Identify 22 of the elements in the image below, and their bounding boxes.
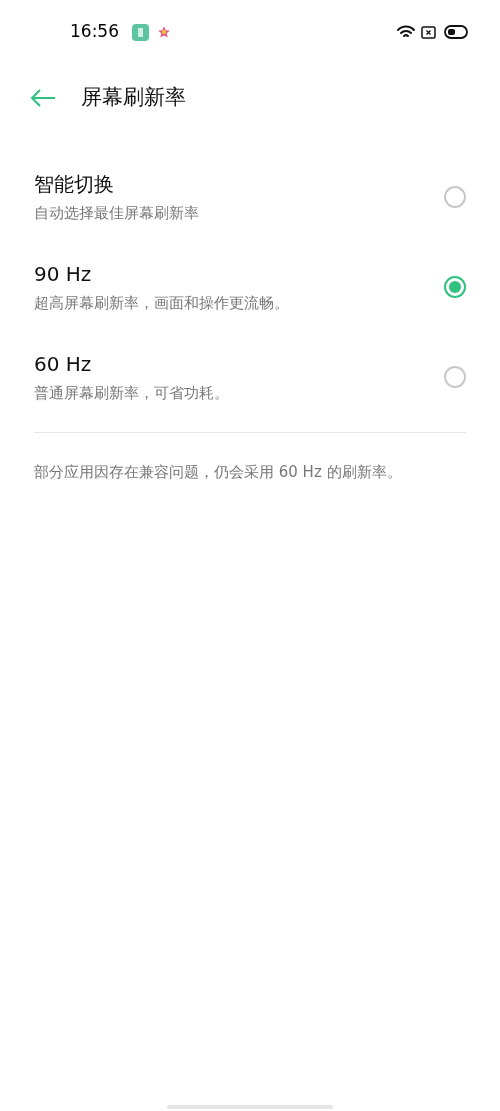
option-row[interactable]: 60 Hz 普通屏幕刷新率，可省功耗。 bbox=[34, 332, 466, 422]
wifi-icon bbox=[396, 24, 416, 40]
radio-button[interactable] bbox=[444, 186, 466, 208]
star-icon bbox=[157, 25, 171, 39]
sim-icon bbox=[421, 25, 436, 39]
battery-icon bbox=[444, 25, 468, 39]
option-title: 智能切换 bbox=[34, 171, 115, 197]
option-row[interactable]: 智能切换 自动选择最佳屏幕刷新率 bbox=[34, 152, 466, 242]
back-button[interactable] bbox=[30, 87, 56, 109]
status-time: 16:56 bbox=[70, 20, 119, 44]
app-notification-icon bbox=[132, 23, 149, 41]
option-description: 超高屏幕刷新率，画面和操作更流畅。 bbox=[34, 293, 290, 313]
option-title: 90 Hz bbox=[34, 261, 93, 287]
note-text: 部分应用因存在兼容问题，仍会采用 60 Hz 的刷新率。 bbox=[34, 462, 403, 483]
radio-button[interactable] bbox=[444, 366, 466, 388]
option-title: 60 Hz bbox=[34, 351, 93, 377]
page-title: 屏幕刷新率 bbox=[81, 84, 186, 112]
option-row[interactable]: 90 Hz 超高屏幕刷新率，画面和操作更流畅。 bbox=[34, 242, 466, 332]
radio-button[interactable] bbox=[444, 276, 466, 298]
back-arrow-icon bbox=[30, 89, 56, 107]
option-description: 普通屏幕刷新率，可省功耗。 bbox=[34, 383, 230, 403]
option-description: 自动选择最佳屏幕刷新率 bbox=[34, 203, 200, 223]
